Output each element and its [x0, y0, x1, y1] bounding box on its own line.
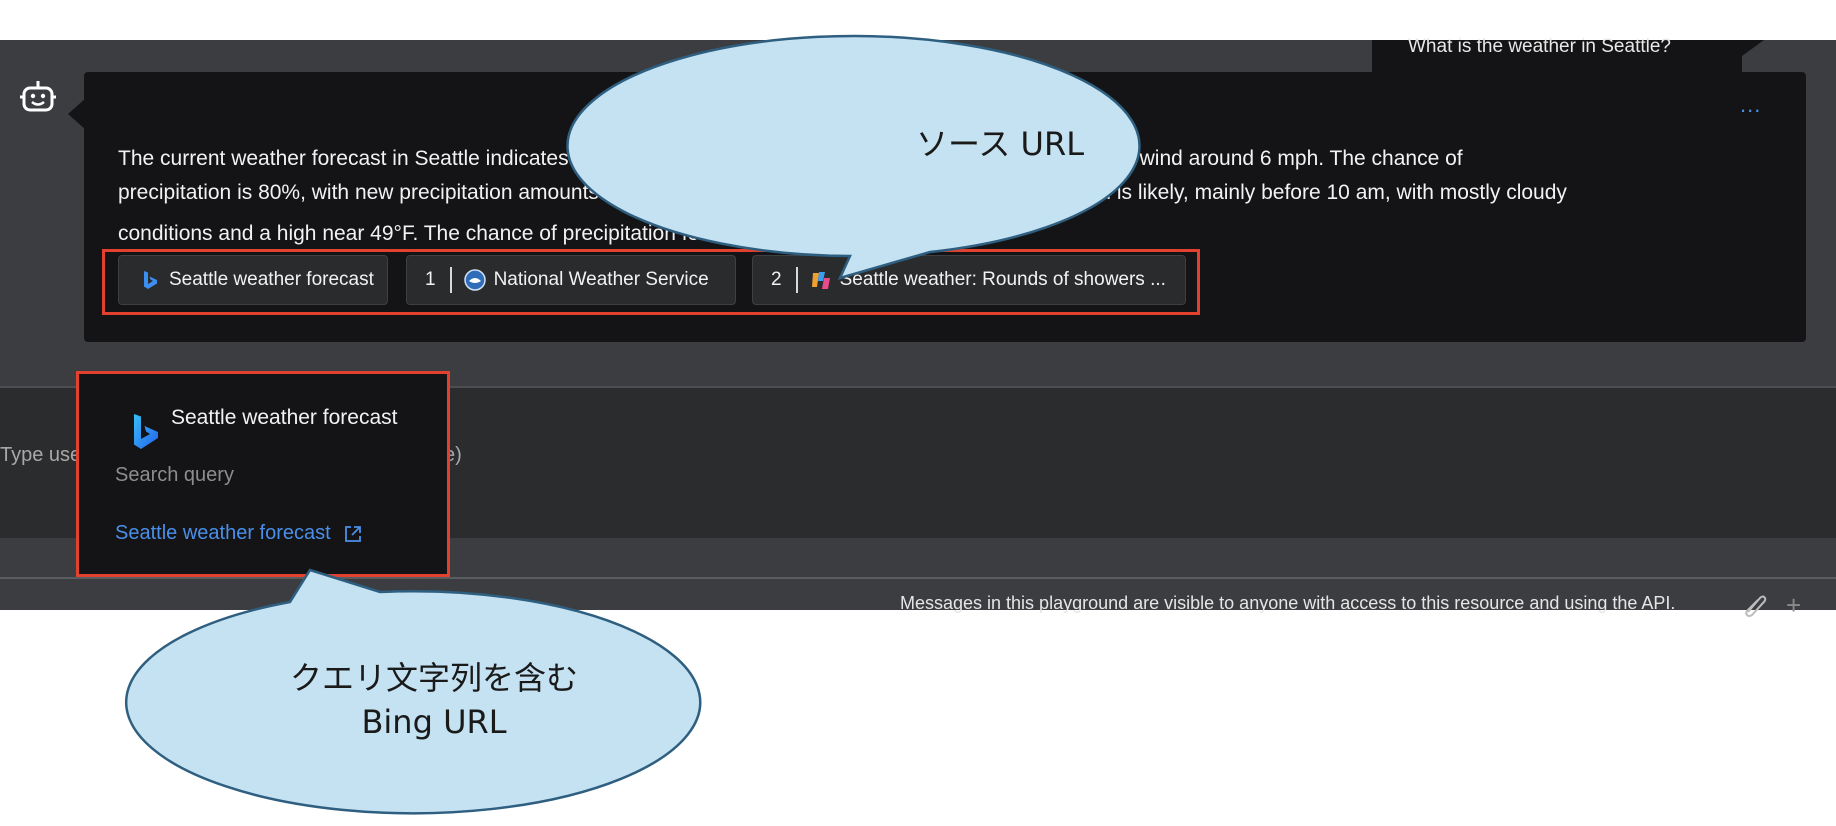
input-placeholder: Type use [0, 444, 82, 466]
source-chip-2[interactable]: 2 Seattle weather: Rounds of showers ... [752, 255, 1186, 305]
citation-markers[interactable]: 1 2 [843, 219, 862, 235]
external-link-icon [344, 525, 361, 542]
news-icon [811, 272, 830, 289]
answer-line: precipitation is 80%, with new precipita… [118, 181, 1567, 204]
answer-line-text: conditions and a high near 49°F. The cha… [118, 222, 840, 245]
footer-notice: Messages in this playground are visible … [900, 593, 1676, 613]
answer-period: . [862, 222, 869, 245]
user-bubble-tail [1742, 40, 1764, 56]
attach-icon[interactable] [1742, 592, 1768, 618]
answer-line: conditions and a high near 49°F. The cha… [118, 210, 1698, 251]
source-chip-label: National Weather Service [493, 269, 709, 290]
callout-bing-url-text: クエリ文字列を含む Bing URL [174, 656, 694, 744]
source-chip-1[interactable]: 1 National Weather Service [406, 255, 736, 305]
popup-bing-link[interactable]: Seattle weather forecast [115, 522, 363, 545]
callout-bing-url-line: Bing URL [361, 703, 507, 741]
callout-source-url-text: ソース URL [915, 125, 1085, 163]
source-number: 1 [425, 269, 436, 290]
chip-separator [449, 267, 452, 293]
source-chip-label: Seattle weather: Rounds of showers ... [839, 269, 1166, 290]
more-options-button[interactable]: ... [1740, 92, 1761, 118]
source-number: 2 [771, 269, 782, 290]
bing-logo-icon [134, 414, 158, 449]
add-icon[interactable]: + [1786, 590, 1801, 621]
nws-icon [463, 269, 486, 291]
callout-bing-url-line: クエリ文字列を含む [289, 659, 578, 697]
popup-title: Seattle weather forecast [171, 406, 398, 429]
popup-subtitle: Search query [115, 464, 234, 486]
bot-icon [20, 81, 56, 112]
source-chip-bing[interactable]: Seattle weather forecast [118, 255, 388, 305]
popup-link-label: Seattle weather forecast [115, 522, 331, 544]
source-chip-label: Seattle weather forecast [169, 269, 374, 290]
source-popup: Seattle weather forecast Search query Se… [76, 371, 450, 577]
chip-separator [795, 267, 798, 293]
footer-divider [0, 577, 1836, 579]
bing-icon [144, 271, 157, 289]
user-message-text: What is the weather in Seattle? [1408, 36, 1671, 57]
